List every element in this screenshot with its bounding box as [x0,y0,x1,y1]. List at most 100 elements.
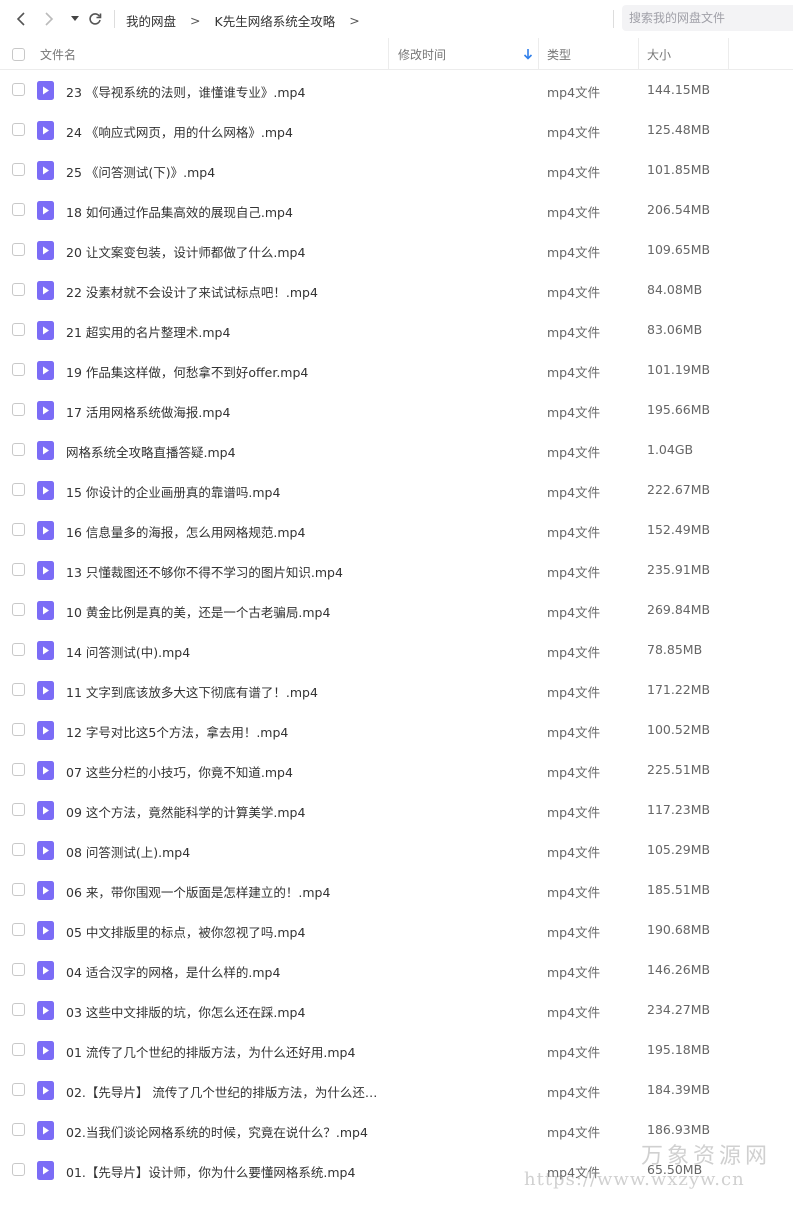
column-header-size[interactable]: 大小 [647,38,671,70]
row-checkbox[interactable] [12,643,25,656]
file-row[interactable]: 22 没素材就不会设计了来试试标点吧！.mp4 mp4文件 84.08MB [0,270,793,310]
row-checkbox[interactable] [12,923,25,936]
row-checkbox[interactable] [12,243,25,256]
file-name[interactable]: 16 信息量多的海报，怎么用网格规范.mp4 [66,522,384,541]
file-name[interactable]: 18 如何通过作品集高效的展现自己.mp4 [66,202,384,221]
file-name[interactable]: 02.当我们谈论网格系统的时候，究竟在说什么？.mp4 [66,1122,384,1141]
file-name[interactable]: 11 文字到底该放多大这下彻底有谱了！.mp4 [66,682,384,701]
row-checkbox[interactable] [12,803,25,816]
row-checkbox[interactable] [12,843,25,856]
forward-button[interactable] [38,8,60,30]
file-name[interactable]: 21 超实用的名片整理术.mp4 [66,322,384,341]
file-row[interactable]: 18 如何通过作品集高效的展现自己.mp4 mp4文件 206.54MB [0,190,793,230]
row-checkbox[interactable] [12,123,25,136]
file-row[interactable]: 01 流传了几个世纪的排版方法，为什么还好用.mp4 mp4文件 195.18MB [0,1030,793,1070]
file-row[interactable]: 10 黄金比例是真的美，还是一个古老骗局.mp4 mp4文件 269.84MB [0,590,793,630]
file-row[interactable]: 03 这些中文排版的坑，你怎么还在踩.mp4 mp4文件 234.27MB [0,990,793,1030]
file-row[interactable]: 23 《导视系统的法则，谁懂谁专业》.mp4 mp4文件 144.15MB [0,70,793,110]
file-name[interactable]: 09 这个方法，竟然能科学的计算美学.mp4 [66,802,384,821]
row-checkbox[interactable] [12,1163,25,1176]
row-checkbox[interactable] [12,403,25,416]
video-file-icon [37,881,54,900]
file-name[interactable]: 01.【先导片】设计师，你为什么要懂网格系统.mp4 [66,1162,384,1181]
file-name[interactable]: 05 中文排版里的标点，被你忽视了吗.mp4 [66,922,384,941]
file-name[interactable]: 17 活用网格系统做海报.mp4 [66,402,384,421]
file-name[interactable]: 13 只懂裁图还不够你不得不学习的图片知识.mp4 [66,562,384,581]
file-name[interactable]: 19 作品集这样做，何愁拿不到好offer.mp4 [66,362,384,381]
file-row[interactable]: 19 作品集这样做，何愁拿不到好offer.mp4 mp4文件 101.19MB [0,350,793,390]
file-row[interactable]: 网格系统全攻略直播答疑.mp4 mp4文件 1.04GB [0,430,793,470]
row-checkbox[interactable] [12,1043,25,1056]
file-row[interactable]: 25 《问答测试(下)》.mp4 mp4文件 101.85MB [0,150,793,190]
file-row[interactable]: 13 只懂裁图还不够你不得不学习的图片知识.mp4 mp4文件 235.91MB [0,550,793,590]
file-name[interactable]: 12 字号对比这5个方法，拿去用！.mp4 [66,722,384,741]
row-checkbox[interactable] [12,603,25,616]
file-type: mp4文件 [547,325,601,340]
file-name[interactable]: 15 你设计的企业画册真的靠谱吗.mp4 [66,482,384,501]
file-row[interactable]: 16 信息量多的海报，怎么用网格规范.mp4 mp4文件 152.49MB [0,510,793,550]
history-dropdown-button[interactable] [64,8,86,30]
file-name[interactable]: 25 《问答测试(下)》.mp4 [66,162,384,181]
file-name[interactable]: 23 《导视系统的法则，谁懂谁专业》.mp4 [66,82,384,101]
row-checkbox[interactable] [12,363,25,376]
select-all-checkbox[interactable] [12,47,25,61]
row-checkbox[interactable] [12,1083,25,1096]
row-checkbox[interactable] [12,83,25,96]
file-name[interactable]: 24 《响应式网页，用的什么网格》.mp4 [66,122,384,141]
search-input[interactable] [622,5,793,31]
file-name[interactable]: 14 问答测试(中).mp4 [66,642,384,661]
file-row[interactable]: 05 中文排版里的标点，被你忽视了吗.mp4 mp4文件 190.68MB [0,910,793,950]
video-file-icon [37,761,54,780]
file-row[interactable]: 08 问答测试(上).mp4 mp4文件 105.29MB [0,830,793,870]
file-row[interactable]: 09 这个方法，竟然能科学的计算美学.mp4 mp4文件 117.23MB [0,790,793,830]
row-checkbox[interactable] [12,1003,25,1016]
row-checkbox[interactable] [12,523,25,536]
file-row[interactable]: 15 你设计的企业画册真的靠谱吗.mp4 mp4文件 222.67MB [0,470,793,510]
column-header-name[interactable]: 文件名 [40,38,76,70]
file-name[interactable]: 22 没素材就不会设计了来试试标点吧！.mp4 [66,282,384,301]
row-checkbox[interactable] [12,1123,25,1136]
breadcrumb-item-folder[interactable]: K先生网络系统全攻略 [215,11,336,30]
file-name[interactable]: 网格系统全攻略直播答疑.mp4 [66,442,384,461]
file-name[interactable]: 07 这些分栏的小技巧，你竟不知道.mp4 [66,762,384,781]
column-header-type[interactable]: 类型 [547,38,571,70]
column-header-modified[interactable]: 修改时间 [398,38,446,70]
row-checkbox[interactable] [12,883,25,896]
row-checkbox[interactable] [12,683,25,696]
row-checkbox[interactable] [12,723,25,736]
file-name[interactable]: 04 适合汉字的网格，是什么样的.mp4 [66,962,384,981]
row-checkbox[interactable] [12,563,25,576]
file-row[interactable]: 11 文字到底该放多大这下彻底有谱了！.mp4 mp4文件 171.22MB [0,670,793,710]
row-checkbox[interactable] [12,163,25,176]
file-row[interactable]: 20 让文案变包装，设计师都做了什么.mp4 mp4文件 109.65MB [0,230,793,270]
row-checkbox[interactable] [12,963,25,976]
file-name[interactable]: 08 问答测试(上).mp4 [66,842,384,861]
file-name[interactable]: 06 来，带你围观一个版面是怎样建立的！.mp4 [66,882,384,901]
file-row[interactable]: 02.【先导片】 流传了几个世纪的排版方法，为什么还好... mp4文件 184.3… [0,1070,793,1110]
file-row[interactable]: 14 问答测试(中).mp4 mp4文件 78.85MB [0,630,793,670]
file-row[interactable]: 04 适合汉字的网格，是什么样的.mp4 mp4文件 146.26MB [0,950,793,990]
row-checkbox[interactable] [12,203,25,216]
file-name[interactable]: 02.【先导片】 流传了几个世纪的排版方法，为什么还好... [66,1082,384,1101]
file-row[interactable]: 24 《响应式网页，用的什么网格》.mp4 mp4文件 125.48MB [0,110,793,150]
file-name[interactable]: 20 让文案变包装，设计师都做了什么.mp4 [66,242,384,261]
row-checkbox[interactable] [12,763,25,776]
file-name[interactable]: 10 黄金比例是真的美，还是一个古老骗局.mp4 [66,602,384,621]
row-checkbox[interactable] [12,443,25,456]
file-row[interactable]: 12 字号对比这5个方法，拿去用！.mp4 mp4文件 100.52MB [0,710,793,750]
file-row[interactable]: 17 活用网格系统做海报.mp4 mp4文件 195.66MB [0,390,793,430]
file-name[interactable]: 03 这些中文排版的坑，你怎么还在踩.mp4 [66,1002,384,1021]
file-row[interactable]: 21 超实用的名片整理术.mp4 mp4文件 83.06MB [0,310,793,350]
file-type: mp4文件 [547,1085,601,1100]
file-name[interactable]: 01 流传了几个世纪的排版方法，为什么还好用.mp4 [66,1042,384,1061]
row-checkbox[interactable] [12,283,25,296]
row-checkbox[interactable] [12,483,25,496]
row-checkbox[interactable] [12,323,25,336]
back-button[interactable] [10,8,32,30]
sort-desc-icon[interactable] [522,47,534,61]
file-row[interactable]: 07 这些分栏的小技巧，你竟不知道.mp4 mp4文件 225.51MB [0,750,793,790]
breadcrumb-item-root[interactable]: 我的网盘 [126,11,176,30]
video-file-icon [37,641,54,660]
file-row[interactable]: 06 来，带你围观一个版面是怎样建立的！.mp4 mp4文件 185.51MB [0,870,793,910]
refresh-button[interactable] [84,8,106,30]
